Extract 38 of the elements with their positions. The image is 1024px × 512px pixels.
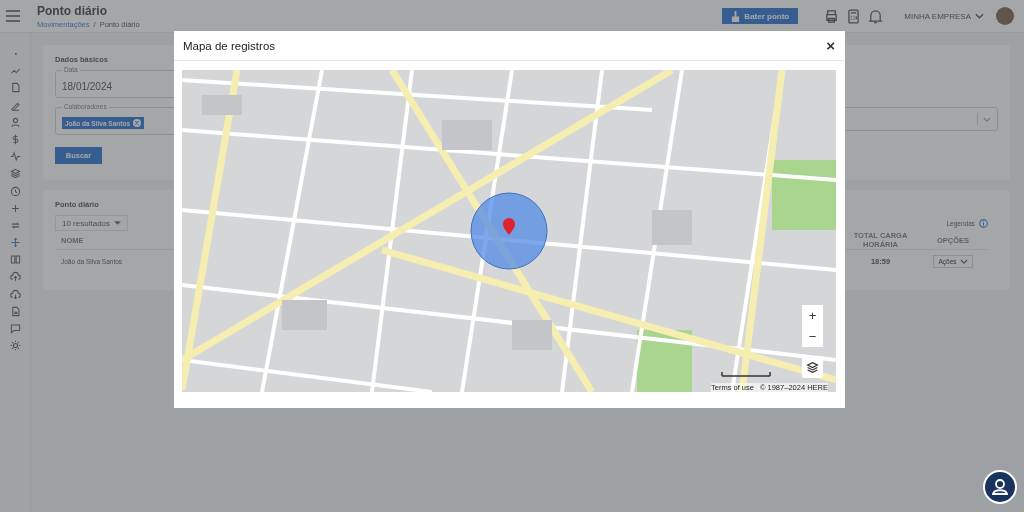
- chevron-down-icon: [959, 258, 968, 264]
- sidebar-icon[interactable]: [9, 116, 21, 128]
- clock-in-button[interactable]: Bater ponto: [722, 8, 799, 24]
- sidebar-icon[interactable]: [9, 305, 21, 317]
- dialog-title: Mapa de registros: [183, 39, 276, 52]
- sidebar-icon[interactable]: [9, 219, 21, 231]
- layers-icon: [806, 360, 819, 374]
- sidebar-icon[interactable]: [9, 254, 21, 266]
- sidebar-icon[interactable]: [9, 82, 21, 94]
- layers-button[interactable]: [802, 356, 823, 378]
- field-value: 18/01/2024: [62, 80, 113, 92]
- hand-icon: [731, 10, 741, 22]
- sidebar-icon[interactable]: [9, 151, 21, 163]
- chevron-down-icon: [975, 13, 984, 19]
- sidebar-icon[interactable]: [9, 340, 21, 352]
- avatar[interactable]: [996, 7, 1014, 25]
- sidebar-icon[interactable]: [9, 168, 21, 180]
- support-button[interactable]: [983, 470, 1017, 504]
- chevron-down-icon: [983, 116, 991, 122]
- sidebar-icon[interactable]: [9, 288, 21, 300]
- info-icon: [979, 218, 988, 228]
- calculator-icon[interactable]: [848, 8, 860, 24]
- map-pin-icon: [503, 218, 515, 235]
- bell-icon[interactable]: [868, 8, 884, 24]
- printer-icon[interactable]: [824, 8, 840, 24]
- caret-icon: [114, 221, 122, 225]
- person-icon: [990, 477, 1010, 497]
- sidebar-icon[interactable]: [9, 185, 21, 197]
- close-button[interactable]: ×: [826, 37, 835, 54]
- company-menu[interactable]: MINHA EMPRESA: [898, 10, 990, 22]
- sidebar-icon[interactable]: [9, 237, 21, 249]
- menu-icon[interactable]: [6, 10, 20, 22]
- page-size-select[interactable]: 10 resultados: [55, 215, 129, 231]
- remove-icon[interactable]: [133, 119, 142, 127]
- sidebar-icon[interactable]: [9, 323, 21, 334]
- page-title: Ponto diário: [37, 3, 108, 18]
- sidebar-icon[interactable]: [9, 202, 21, 214]
- sidebar-icon[interactable]: [9, 271, 21, 283]
